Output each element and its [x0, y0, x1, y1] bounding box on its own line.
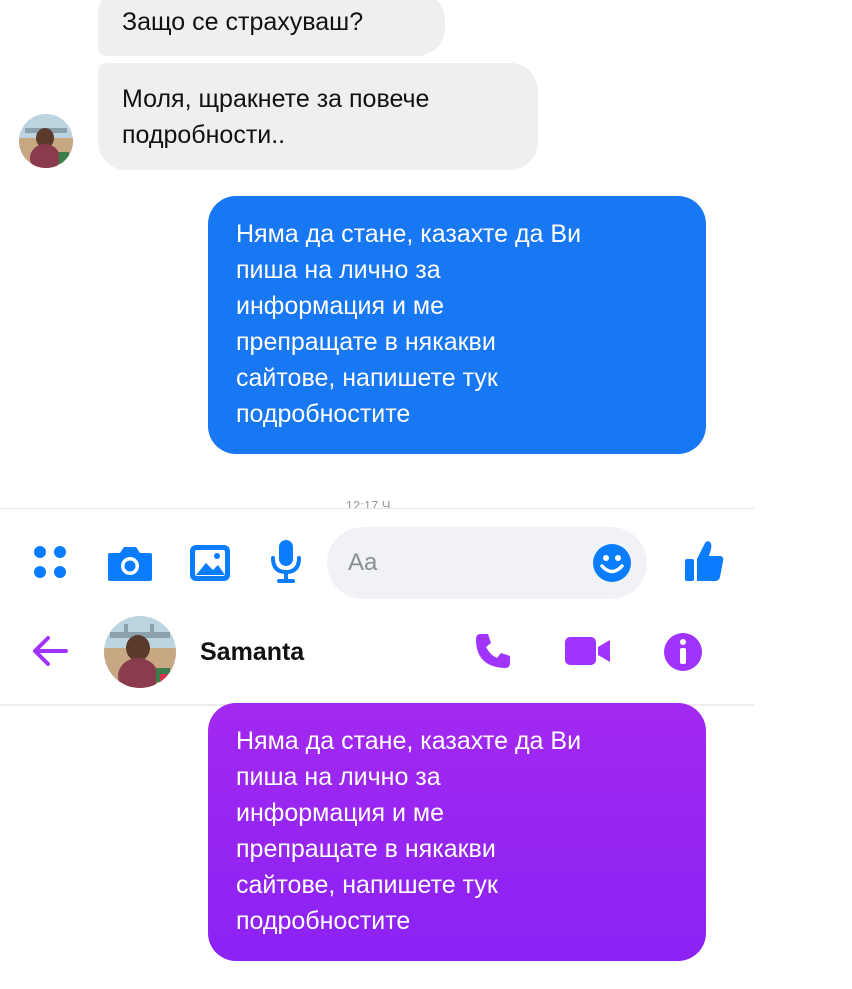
- received-message: Моля, щракнете за повече подробности..: [98, 63, 538, 170]
- sent-message: Няма да стане, казахте да Ви пиша на лич…: [208, 196, 706, 454]
- message-input-placeholder: Aa: [348, 549, 378, 576]
- microphone-icon[interactable]: [268, 538, 304, 591]
- video-camera-icon[interactable]: [564, 636, 612, 671]
- avatar[interactable]: [19, 114, 73, 168]
- contact-name[interactable]: Samanta: [200, 634, 304, 670]
- received-message: Защо се страхуваш?: [98, 0, 445, 56]
- back-arrow-icon[interactable]: [30, 633, 70, 674]
- timestamp: 12:17 Ч.: [345, 498, 395, 508]
- info-icon[interactable]: [662, 631, 704, 678]
- image-icon[interactable]: [188, 543, 232, 588]
- camera-icon[interactable]: [106, 543, 154, 588]
- apps-icon[interactable]: [31, 543, 69, 586]
- phone-icon[interactable]: [473, 631, 513, 676]
- sent-message: Няма да стане, казахте да Ви пиша на лич…: [208, 703, 706, 961]
- emoji-icon[interactable]: [591, 542, 633, 589]
- avatar[interactable]: [104, 616, 176, 688]
- like-icon[interactable]: [683, 539, 725, 588]
